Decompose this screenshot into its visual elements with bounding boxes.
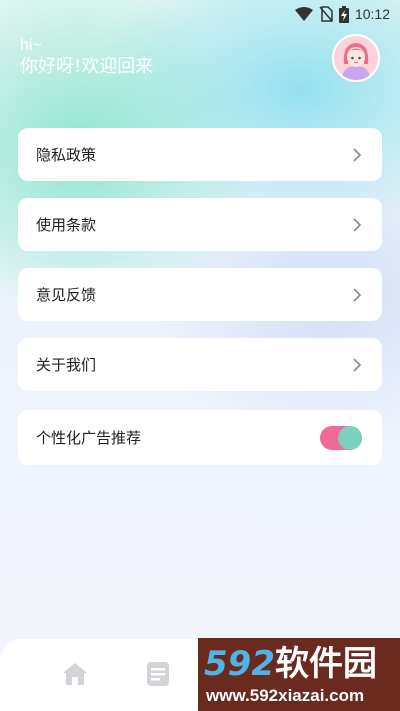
toggle-knob bbox=[338, 425, 362, 450]
greeting-block: hi~ 你好呀!欢迎回来 bbox=[20, 36, 153, 78]
menu-item-privacy-policy[interactable]: 隐私政策 bbox=[18, 128, 382, 181]
chevron-right-icon bbox=[353, 147, 362, 162]
menu-item-label: 使用条款 bbox=[36, 216, 97, 234]
battery-charging-icon bbox=[338, 5, 349, 23]
greeting-text: hi~ bbox=[20, 37, 42, 54]
notes-icon[interactable] bbox=[146, 661, 170, 687]
chevron-right-icon bbox=[353, 217, 362, 232]
watermark: 592软件园 www.592xiazai.com bbox=[198, 638, 400, 711]
menu-item-label: 关于我们 bbox=[36, 356, 97, 374]
no-sim-icon bbox=[319, 6, 333, 22]
avatar[interactable] bbox=[332, 34, 380, 82]
status-time: 10:12 bbox=[354, 6, 390, 22]
watermark-logo-text: 软件园 bbox=[274, 644, 377, 684]
menu-item-personalized-ads: 个性化广告推荐 bbox=[18, 410, 382, 465]
menu-item-terms-of-use[interactable]: 使用条款 bbox=[18, 198, 382, 251]
menu-item-about-us[interactable]: 关于我们 bbox=[18, 338, 382, 391]
chevron-right-icon bbox=[353, 287, 362, 302]
status-bar: 10:12 bbox=[0, 0, 400, 28]
welcome-text: 你好呀!欢迎回来 bbox=[20, 56, 154, 77]
home-icon[interactable] bbox=[62, 661, 88, 687]
wifi-icon bbox=[294, 7, 313, 21]
menu-item-label: 隐私政策 bbox=[36, 146, 97, 164]
watermark-logo-number: 592 bbox=[204, 644, 275, 684]
menu-item-feedback[interactable]: 意见反馈 bbox=[18, 268, 382, 321]
chevron-right-icon bbox=[353, 357, 362, 372]
watermark-logo: 592软件园 bbox=[204, 642, 377, 686]
watermark-url: www.592xiazai.com bbox=[206, 686, 365, 705]
personalized-ads-toggle[interactable] bbox=[320, 425, 362, 450]
menu-item-label: 个性化广告推荐 bbox=[36, 429, 142, 447]
girl-avatar-icon bbox=[334, 36, 378, 80]
menu-item-label: 意见反馈 bbox=[36, 286, 97, 304]
